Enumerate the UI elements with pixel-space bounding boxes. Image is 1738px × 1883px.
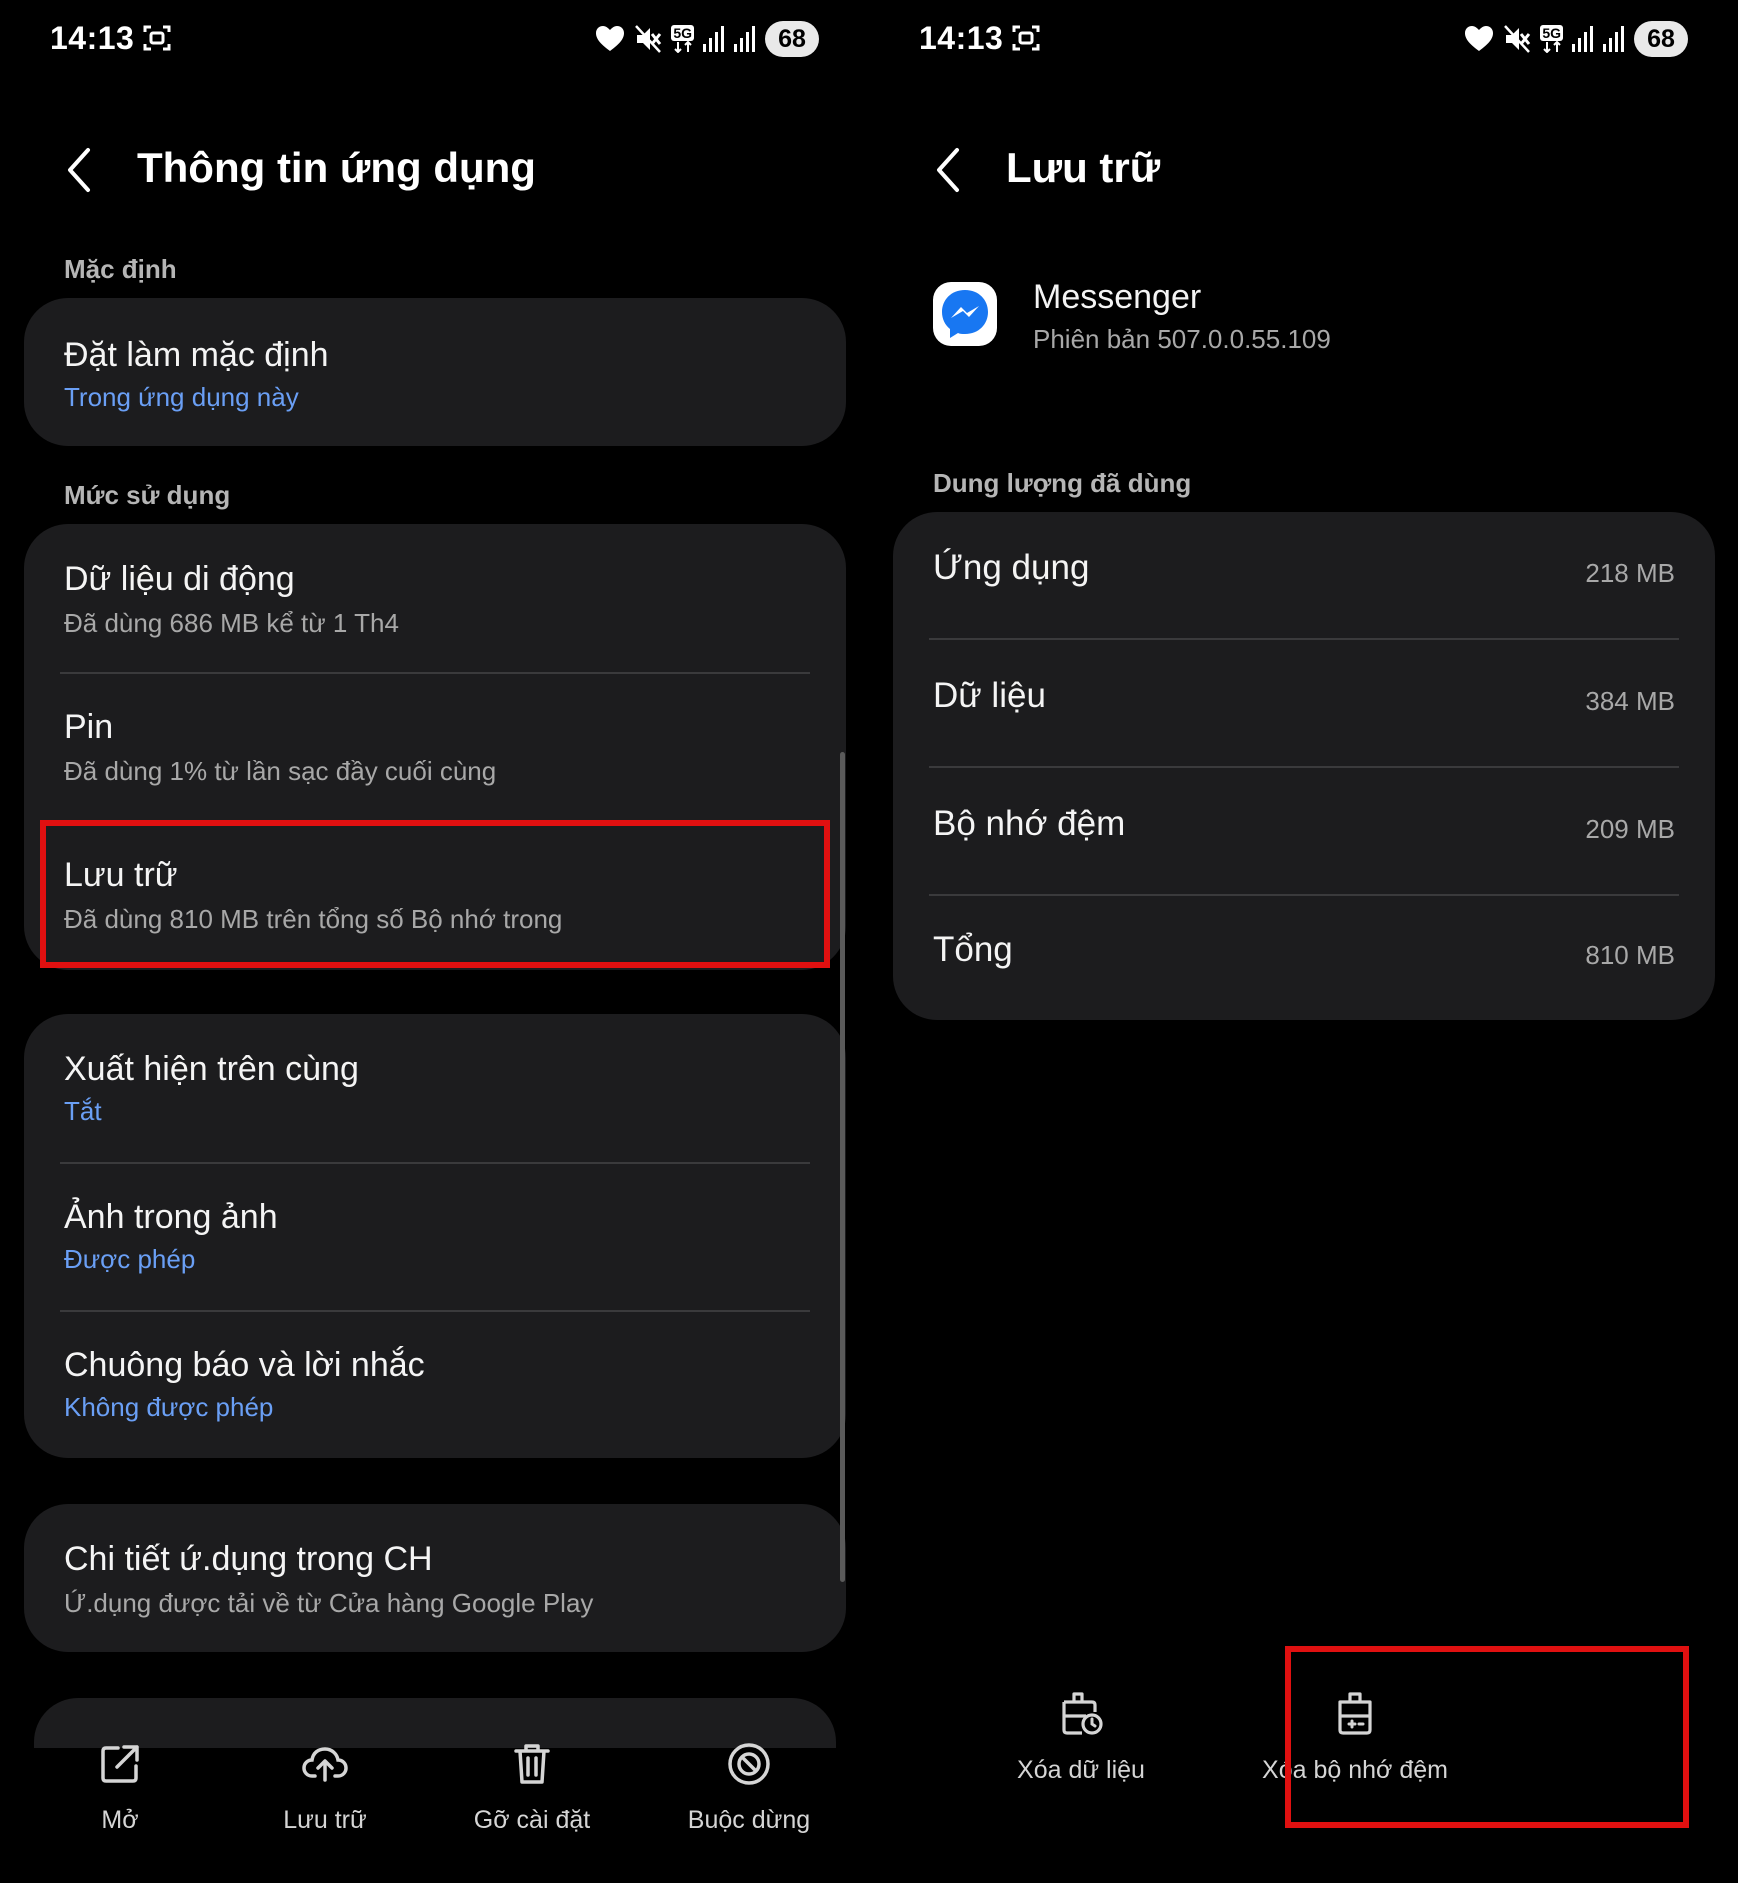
back-chevron-icon[interactable] (62, 144, 98, 196)
storage-value: 384 MB (1585, 686, 1675, 716)
signal-icon (703, 26, 724, 52)
storage-label: Bộ nhớ đệm (933, 804, 1126, 843)
page-title: Thông tin ứng dụng (137, 144, 536, 191)
app-bar: Lưu trữ (869, 130, 1738, 210)
network-type: 5G (1540, 25, 1563, 41)
alarms-reminders-item[interactable]: Chuông báo và lời nhắc Không được phép (24, 1312, 846, 1458)
clear-data-label: Xóa dữ liệu (1017, 1756, 1145, 1784)
storage-label: Dữ liệu (933, 676, 1046, 715)
picture-in-picture-item[interactable]: Ảnh trong ảnh Được phép (24, 1164, 846, 1310)
heart-icon (596, 26, 625, 51)
storage-row-total: Tổng 810 MB (893, 894, 1715, 1020)
page-title: Lưu trữ (1006, 144, 1161, 191)
default-card: Đặt làm mặc định Trong ứng dụng này (24, 298, 846, 446)
screenshot-icon (143, 25, 171, 51)
clear-data-icon (1062, 1692, 1103, 1735)
battery-icon: 68 (1634, 21, 1688, 57)
status-icons: 5G 68 (1464, 20, 1688, 58)
storage-item[interactable]: Lưu trữ Đã dùng 810 MB trên tổng số Bộ n… (24, 822, 846, 970)
signal-icon (1603, 26, 1624, 52)
item-subtitle: Đã dùng 810 MB trên tổng số Bộ nhớ trong (64, 904, 563, 934)
item-subtitle: Ứ.dụng được tải về từ Cửa hàng Google Pl… (64, 1588, 594, 1618)
storage-row-data: Dữ liệu 384 MB (893, 640, 1715, 766)
app-info-screen: 14:13 5G 68 Thông tin ứng dụng Mặc định … (0, 0, 869, 1883)
item-title: Xuất hiện trên cùng (64, 1050, 359, 1088)
status-icons: 5G 68 (595, 20, 819, 58)
storage-card: Ứng dụng 218 MB Dữ liệu 384 MB Bộ nhớ đệ… (893, 512, 1715, 1020)
cloud-upload-icon (302, 1747, 348, 1782)
section-label-default: Mặc định (64, 254, 177, 284)
mobile-data-item[interactable]: Dữ liệu di động Đã dùng 686 MB kể từ 1 T… (24, 524, 846, 672)
battery-item[interactable]: Pin Đã dùng 1% từ lần sạc đầy cuối cùng (24, 674, 846, 822)
5g-icon: 5G (1540, 25, 1563, 53)
app-summary: Messenger Phiên bản 507.0.0.55.109 (869, 270, 1738, 370)
battery-icon: 68 (765, 21, 819, 57)
status-time: 14:13 (919, 20, 1004, 56)
item-subtitle: Đã dùng 686 MB kể từ 1 Th4 (64, 608, 399, 638)
app-bar: Thông tin ứng dụng (0, 130, 869, 210)
scrollbar[interactable] (840, 752, 845, 1582)
mute-icon (1504, 25, 1531, 53)
item-title: Chuông báo và lời nhắc (64, 1346, 425, 1384)
stop-icon (728, 1743, 770, 1785)
bottom-action-bar: Mở Lưu trữ Gỡ cài đặt Buộc dừng (0, 1740, 869, 1850)
archive-label: Lưu trữ (283, 1806, 367, 1834)
status-bar: 14:13 5G 68 (0, 0, 869, 80)
storage-value: 218 MB (1585, 558, 1675, 588)
item-title: Chi tiết ứ.dụng trong CH (64, 1540, 433, 1578)
storage-row-app: Ứng dụng 218 MB (893, 512, 1715, 638)
storage-screen: 14:13 5G 68 Lưu trữ Messenger Phiên bản … (869, 0, 1738, 1883)
storage-value: 810 MB (1585, 940, 1675, 970)
uninstall-label: Gỡ cài đặt (473, 1806, 591, 1834)
set-as-default-item[interactable]: Đặt làm mặc định Trong ứng dụng này (24, 298, 846, 446)
item-subtitle: Tắt (64, 1096, 102, 1126)
app-name: Messenger (1033, 278, 1202, 316)
status-time: 14:13 (50, 20, 135, 56)
storage-label: Tổng (933, 930, 1013, 969)
overlay-item[interactable]: Xuất hiện trên cùng Tắt (24, 1014, 846, 1162)
clear-cache-button[interactable]: Xóa bộ nhớ đệm (1205, 1690, 1505, 1785)
5g-icon: 5G (671, 25, 694, 53)
item-title: Dữ liệu di động (64, 560, 295, 598)
open-button[interactable]: Mở (20, 1740, 220, 1835)
clear-data-button[interactable]: Xóa dữ liệu (931, 1690, 1231, 1785)
usage-card: Dữ liệu di động Đã dùng 686 MB kể từ 1 T… (24, 524, 846, 970)
store-details-item[interactable]: Chi tiết ứ.dụng trong CH Ứ.dụng được tải… (24, 1504, 846, 1652)
section-label-storage-used: Dung lượng đã dùng (933, 468, 1192, 498)
item-title: Ảnh trong ảnh (64, 1198, 278, 1236)
item-title: Pin (64, 708, 114, 746)
clear-cache-icon (1338, 1692, 1372, 1735)
item-title: Lưu trữ (64, 856, 178, 894)
screenshot-icon (1012, 25, 1040, 51)
uninstall-button[interactable]: Gỡ cài đặt (432, 1740, 632, 1835)
network-type: 5G (671, 25, 694, 41)
archive-button[interactable]: Lưu trữ (225, 1740, 425, 1835)
item-subtitle: Đã dùng 1% từ lần sạc đầy cuối cùng (64, 756, 497, 786)
clear-cache-label: Xóa bộ nhớ đệm (1262, 1756, 1448, 1784)
item-subtitle: Trong ứng dụng này (64, 382, 299, 412)
item-title: Đặt làm mặc định (64, 336, 329, 374)
storage-row-cache: Bộ nhớ đệm 209 MB (893, 768, 1715, 894)
item-subtitle: Được phép (64, 1244, 196, 1274)
status-bar: 14:13 5G 68 (869, 0, 1738, 80)
item-subtitle: Không được phép (64, 1392, 274, 1422)
storage-value: 209 MB (1585, 814, 1675, 844)
messenger-icon (933, 282, 997, 346)
app-version: Phiên bản 507.0.0.55.109 (1033, 324, 1331, 354)
mute-icon (635, 25, 662, 53)
back-chevron-icon[interactable] (931, 144, 967, 196)
force-stop-label: Buộc dừng (687, 1806, 811, 1834)
section-label-usage: Mức sử dụng (64, 480, 231, 510)
trash-icon (514, 1744, 550, 1784)
open-external-icon (101, 1745, 139, 1783)
store-card: Chi tiết ứ.dụng trong CH Ứ.dụng được tải… (24, 1504, 846, 1652)
signal-icon (1572, 26, 1593, 52)
signal-icon (734, 26, 755, 52)
permissions-card: Xuất hiện trên cùng Tắt Ảnh trong ảnh Đư… (24, 1014, 846, 1458)
storage-label: Ứng dụng (933, 548, 1090, 587)
open-label: Mở (101, 1806, 139, 1834)
force-stop-button[interactable]: Buộc dừng (649, 1740, 849, 1835)
heart-icon (1465, 26, 1494, 51)
